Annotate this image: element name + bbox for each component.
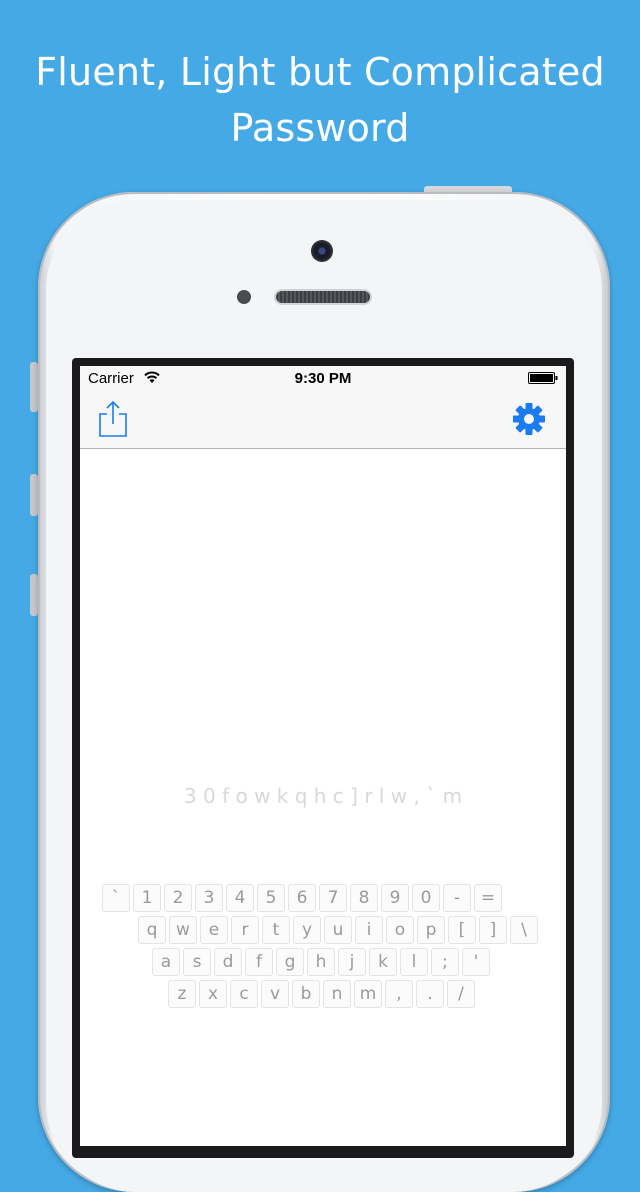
key[interactable]: 4 — [226, 884, 254, 912]
status-time: 9:30 PM — [294, 370, 352, 387]
key[interactable]: j — [338, 948, 366, 976]
key[interactable]: f — [245, 948, 273, 976]
key[interactable]: 2 — [164, 884, 192, 912]
key[interactable]: ' — [462, 948, 490, 976]
mute-switch — [30, 362, 38, 412]
key[interactable]: w — [169, 916, 197, 944]
share-icon[interactable] — [96, 400, 130, 438]
key[interactable]: 8 — [350, 884, 378, 912]
key[interactable]: ; — [431, 948, 459, 976]
front-camera — [311, 240, 333, 262]
gear-icon[interactable] — [512, 402, 546, 436]
headline: Fluent, Light but Complicated Password — [0, 44, 640, 156]
battery-icon — [528, 372, 558, 384]
key[interactable]: n — [323, 980, 351, 1008]
volume-down-button — [30, 574, 38, 616]
key[interactable]: l — [400, 948, 428, 976]
key[interactable]: 1 — [133, 884, 161, 912]
app-screen: Carrier 9:30 PM 3 0 f o w k q h c] r l … — [80, 366, 566, 1146]
key[interactable]: p — [417, 916, 445, 944]
key[interactable]: / — [447, 980, 475, 1008]
key[interactable]: ] — [479, 916, 507, 944]
key[interactable]: . — [416, 980, 444, 1008]
headline-line-2: Password — [230, 106, 410, 150]
key[interactable]: i — [355, 916, 383, 944]
key[interactable]: m — [354, 980, 382, 1008]
key[interactable]: t — [262, 916, 290, 944]
key[interactable]: k — [369, 948, 397, 976]
keyboard-row-1: ` 1 2 3 4 5 6 7 8 9 0- = — [102, 884, 502, 912]
volume-up-button — [30, 474, 38, 516]
key[interactable]: 9 — [381, 884, 409, 912]
key[interactable]: g — [276, 948, 304, 976]
key[interactable]: b — [292, 980, 320, 1008]
key[interactable]: e — [200, 916, 228, 944]
key[interactable]: ` — [102, 884, 130, 912]
key[interactable]: s — [183, 948, 211, 976]
key[interactable]: 5 — [257, 884, 285, 912]
key[interactable]: h — [307, 948, 335, 976]
key[interactable]: = — [474, 884, 502, 912]
key[interactable]: 7 — [319, 884, 347, 912]
key[interactable]: \ — [510, 916, 538, 944]
proximity-sensor — [237, 290, 251, 304]
key[interactable]: 0 — [412, 884, 440, 912]
key[interactable]: x — [199, 980, 227, 1008]
key[interactable]: v — [261, 980, 289, 1008]
generated-password: 3 0 f o w k q h c ] r l w , ` m — [183, 784, 463, 808]
navigation-bar — [80, 392, 566, 449]
key[interactable]: - — [443, 884, 471, 912]
earpiece-speaker — [276, 291, 370, 303]
key[interactable]: y — [293, 916, 321, 944]
key[interactable]: [ — [448, 916, 476, 944]
keyboard-row-3: a s d f g h j k l; ' — [152, 948, 490, 976]
key[interactable]: o — [386, 916, 414, 944]
key[interactable]: , — [385, 980, 413, 1008]
key[interactable]: q — [138, 916, 166, 944]
key[interactable]: 3 — [195, 884, 223, 912]
key[interactable]: a — [152, 948, 180, 976]
keyboard-row-4: z x c v b n m,. / — [168, 980, 475, 1008]
key[interactable]: u — [324, 916, 352, 944]
key[interactable]: r — [231, 916, 259, 944]
headline-line-1: Fluent, Light but Complicated — [35, 50, 605, 94]
status-bar: Carrier 9:30 PM — [80, 366, 566, 392]
key[interactable]: z — [168, 980, 196, 1008]
key[interactable]: d — [214, 948, 242, 976]
key[interactable]: 6 — [288, 884, 316, 912]
key[interactable]: c — [230, 980, 258, 1008]
keyboard-row-2: q w e r t y u i o p[] \ — [138, 916, 538, 944]
